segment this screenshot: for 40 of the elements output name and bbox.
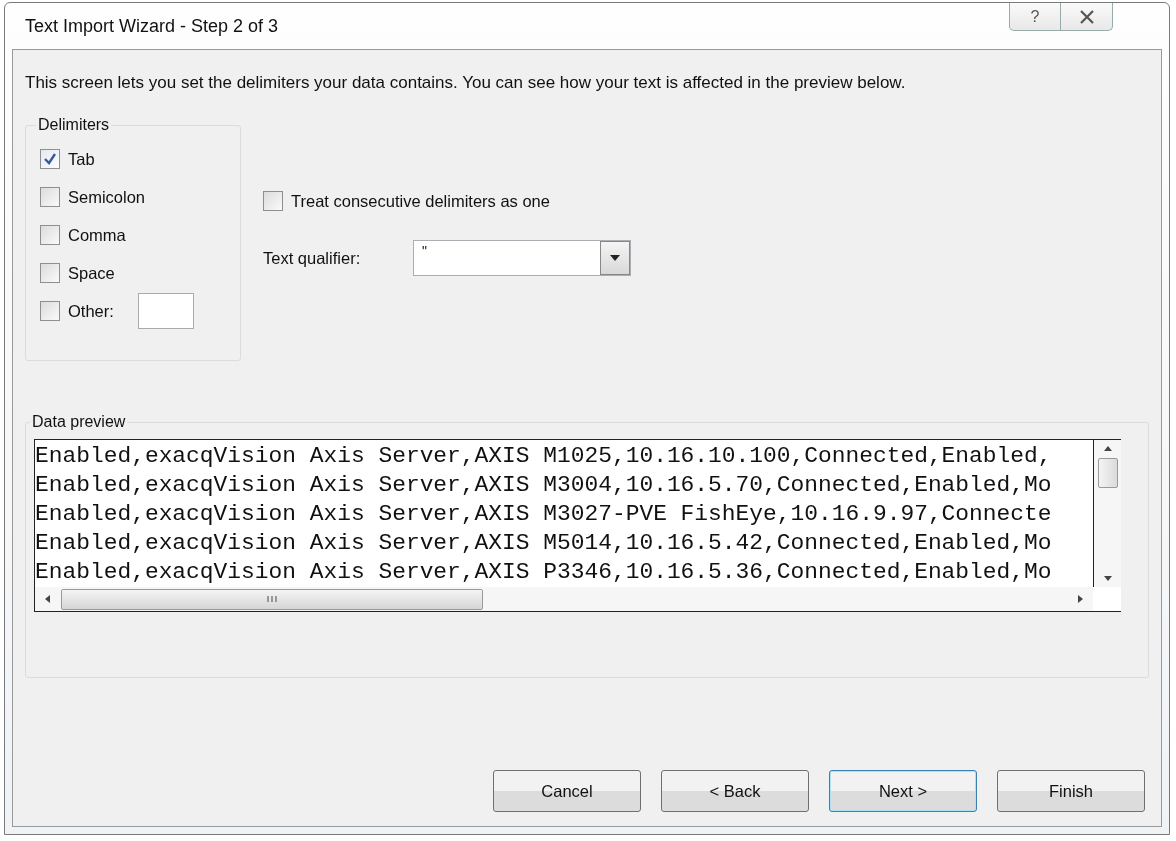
- checkbox-label[interactable]: Other:: [68, 301, 114, 321]
- group-title: Delimiters: [37, 116, 111, 134]
- checkbox[interactable]: [263, 191, 283, 211]
- checkbox-label[interactable]: Space: [68, 263, 115, 283]
- help-button[interactable]: ?: [1009, 3, 1061, 31]
- horizontal-scrollbar[interactable]: [35, 587, 1093, 611]
- scroll-up-icon[interactable]: [1102, 444, 1113, 452]
- dialog-button[interactable]: < Back: [661, 770, 809, 812]
- dialog-button[interactable]: Cancel: [493, 770, 641, 812]
- scroll-left-icon[interactable]: [43, 594, 51, 604]
- instructions-text: This screen lets you set the delimiters your data contains. You can see how your text is affected in the preview below.: [25, 72, 907, 94]
- group-title: Data preview: [31, 413, 127, 431]
- preview-line: Enabled,exacqVision Axis Server,AXIS M5014,10.16.5.42,Connected,Enabled,Mo: [35, 529, 1053, 558]
- grip-icon: [266, 595, 278, 603]
- close-icon: [1078, 9, 1095, 24]
- checkbox-label[interactable]: Semicolon: [68, 187, 146, 207]
- window-title: Text Import Wizard - Step 2 of 3: [25, 15, 279, 37]
- checkbox[interactable]: [40, 149, 60, 169]
- scroll-thumb[interactable]: [1097, 458, 1118, 488]
- checkbox-label[interactable]: Tab: [68, 149, 95, 169]
- checkbox-label[interactable]: Treat consecutive delimiters as one: [291, 191, 550, 211]
- scroll-thumb[interactable]: [61, 588, 483, 610]
- preview-line: Enabled,exacqVision Axis Server,AXIS M1025,10.16.10.100,Connected,Enabled,: [35, 442, 1053, 471]
- vertical-scrollbar[interactable]: [1094, 440, 1121, 587]
- checkbox[interactable]: [40, 225, 60, 245]
- dialog-button[interactable]: Finish: [997, 770, 1145, 812]
- preview-line: Enabled,exacqVision Axis Server,AXIS M3027-PVE FishEye,10.16.9.97,Connecte: [35, 500, 1053, 529]
- scroll-down-icon[interactable]: [1102, 575, 1113, 583]
- preview-line: Enabled,exacqVision Axis Server,AXIS P3346,10.16.5.36,Connected,Enabled,Mo: [35, 558, 1053, 587]
- close-button[interactable]: [1061, 3, 1113, 31]
- checkbox[interactable]: [40, 263, 60, 283]
- preview-line: Enabled,exacqVision Axis Server,AXIS M3004,10.16.5.70,Connected,Enabled,Mo: [35, 471, 1053, 500]
- text-qualifier-dropdown[interactable]: ": [413, 240, 631, 276]
- dialog-button[interactable]: Next >: [829, 770, 977, 812]
- other-input-field[interactable]: [137, 293, 194, 329]
- checkbox[interactable]: [40, 187, 60, 207]
- checkbox[interactable]: [40, 301, 60, 321]
- checkbox-label[interactable]: Comma: [68, 225, 126, 245]
- scroll-right-icon[interactable]: [1077, 594, 1085, 604]
- field-label: Text qualifier:: [263, 248, 362, 268]
